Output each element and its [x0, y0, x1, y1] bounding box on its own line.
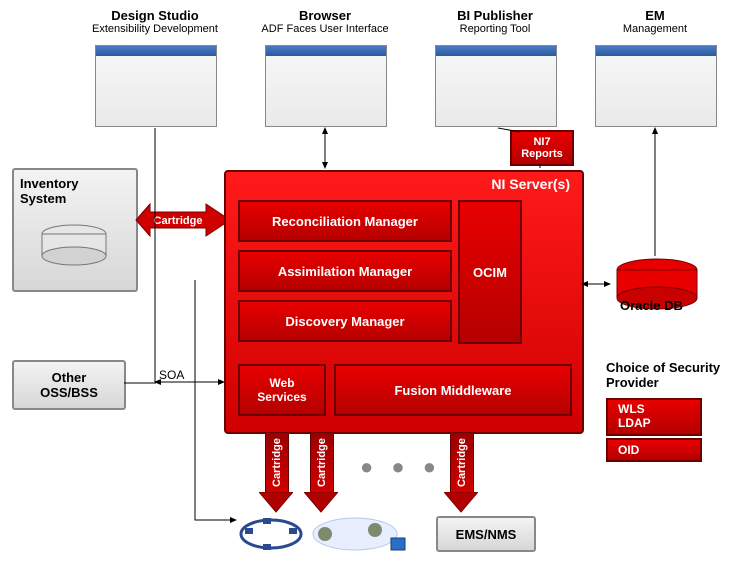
connectors — [0, 0, 739, 563]
